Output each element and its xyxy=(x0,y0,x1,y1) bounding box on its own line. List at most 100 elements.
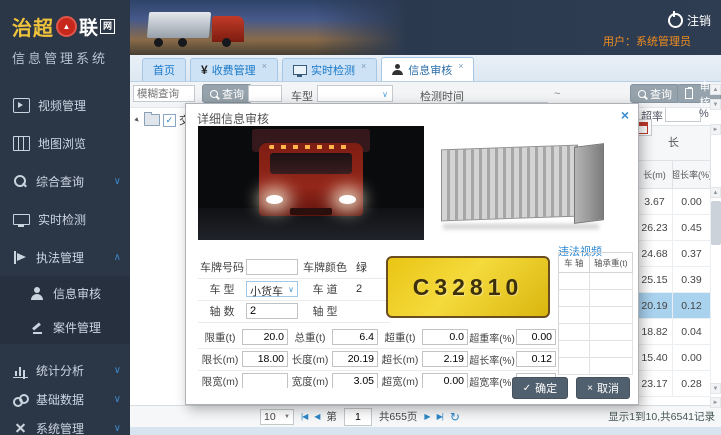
plate-filter-input[interactable] xyxy=(248,85,282,102)
pagination-bar: 10 ▼ |◀ ◀ 第 共655页 ▶ ▶| ↻ 显示1到10,共6541记录 xyxy=(130,405,721,427)
fuzzy-query-button[interactable]: 查询 xyxy=(202,84,252,103)
confirm-button[interactable]: ✓ 确定 xyxy=(512,377,568,399)
tree-expander-icon[interactable]: ▼ xyxy=(133,115,143,125)
sidebar-item-case-mgmt[interactable]: 案件管理 xyxy=(0,310,130,344)
hscroll-right-icon[interactable]: ► xyxy=(710,397,721,408)
chevron-up-icon: ∧ xyxy=(114,252,121,263)
width-input[interactable] xyxy=(332,373,378,388)
page-number-input[interactable] xyxy=(344,408,372,426)
map-icon xyxy=(13,136,30,151)
chevron-down-icon: ∨ xyxy=(114,423,121,434)
weight-limit-input[interactable] xyxy=(242,329,288,345)
total-weight-input[interactable] xyxy=(332,329,378,345)
form-row-weight: 限重(t) 总重(t) 超重(t) 超重率(%) xyxy=(198,326,558,349)
form-row-width: 限宽(m) 宽度(m) 超宽(m) 超宽率(%) xyxy=(198,370,558,388)
table-row-selected[interactable]: 20.190.12 xyxy=(637,293,711,319)
vehicle-type-value: 小货车 xyxy=(250,286,283,298)
tab-close-icon[interactable]: × xyxy=(361,61,366,71)
table-row[interactable]: 18.820.04 xyxy=(637,319,711,345)
cancel-button[interactable]: × 取消 xyxy=(576,377,630,399)
table-row[interactable]: 26.230.45 xyxy=(637,215,711,241)
axle-type-label: 轴 型 xyxy=(298,303,352,319)
length-limit-input[interactable] xyxy=(242,351,288,367)
law-flag-icon xyxy=(13,251,28,264)
logout-button[interactable]: 注销 xyxy=(668,12,711,29)
next-page-button[interactable]: ▶ xyxy=(424,412,429,421)
app-logo: 治超 ▲ 联 网 信息管理系统 xyxy=(0,0,130,78)
dialog-close-icon[interactable]: × xyxy=(621,107,629,123)
scroll-down-icon[interactable]: ▼ xyxy=(710,99,721,110)
tab-realtime[interactable]: 实时检测 × xyxy=(282,58,377,81)
search-query-button[interactable]: 查询 xyxy=(630,84,680,103)
plate-color-value: 绿 xyxy=(352,259,386,275)
overlength-input[interactable] xyxy=(422,351,468,367)
overweight-input[interactable] xyxy=(422,329,468,345)
overlength-rate-input[interactable] xyxy=(516,351,556,367)
tab-info-review[interactable]: 信息审核 × xyxy=(381,57,474,81)
fuzzy-search-input[interactable] xyxy=(133,85,195,102)
sidebar-menu: 视频管理 地图浏览 综合查询 ∨ 实时检测 执法管理 ∧ xyxy=(0,86,130,435)
table-row[interactable]: 24.680.37 xyxy=(637,241,711,267)
cell-length: 26.23 xyxy=(637,215,673,241)
vehicle-type-select[interactable]: ∨ xyxy=(317,85,393,102)
sidebar-item-info-review[interactable]: 信息审核 xyxy=(0,276,130,310)
sidebar-item-stats[interactable]: 统计分析 ∨ xyxy=(0,356,130,385)
plate-no-input[interactable] xyxy=(246,259,298,275)
table-row[interactable]: 25.150.39 xyxy=(637,267,711,293)
axle-row xyxy=(559,307,633,324)
length-input[interactable] xyxy=(332,351,378,367)
sidebar-item-base-data[interactable]: 基础数据 ∨ xyxy=(0,385,130,414)
lane-value: 2 xyxy=(352,283,386,295)
axle-load-col-header: 轴承重(t) xyxy=(590,253,633,273)
chevron-down-icon: ∨ xyxy=(114,394,121,405)
sidebar-item-system[interactable]: 系统管理 ∨ xyxy=(0,414,130,435)
tab-home[interactable]: 首页 xyxy=(142,58,186,81)
search-icon xyxy=(13,175,28,188)
table-row[interactable]: 3.670.00 xyxy=(637,189,711,215)
clipboard-icon xyxy=(685,88,693,99)
lane-label: 车 道 xyxy=(298,281,352,297)
overweight-rate-input[interactable] xyxy=(516,329,556,345)
search-icon xyxy=(638,90,646,98)
sidebar-item-map[interactable]: 地图浏览 xyxy=(0,124,130,162)
app-window: 注销 用户：系统管理员 治超 ▲ 联 网 信息管理系统 视频管理 地图浏览 xyxy=(0,0,721,435)
scroll-right-icon[interactable]: ► xyxy=(710,124,721,135)
top-header: 注销 用户：系统管理员 xyxy=(130,0,721,55)
weight-limit-label: 限重(t) xyxy=(198,330,242,345)
header-truck-photo xyxy=(130,0,405,55)
sidebar-item-realtime[interactable]: 实时检测 xyxy=(0,200,130,238)
video-icon xyxy=(13,98,30,113)
width-limit-input[interactable] xyxy=(242,373,288,388)
tab-fee-mgmt[interactable]: ¥ 收费管理 × xyxy=(190,58,278,81)
table-scroll-up-icon[interactable]: ▲ xyxy=(710,187,721,198)
vehicle-scan-image xyxy=(432,128,610,238)
cell-rate: 0.00 xyxy=(673,189,711,215)
last-page-button[interactable]: ▶| xyxy=(437,412,443,421)
sidebar-item-enforcement[interactable]: 执法管理 ∧ xyxy=(0,238,130,276)
prev-page-button[interactable]: ◀ xyxy=(314,412,319,421)
license-plate-image: C32810 xyxy=(386,256,550,318)
power-icon xyxy=(668,13,683,28)
scroll-up-icon[interactable]: ▲ xyxy=(710,84,721,95)
logo-text-wang: 网 xyxy=(100,19,115,34)
page-size-select[interactable]: 10 ▼ xyxy=(260,409,294,425)
tab-close-icon[interactable]: × xyxy=(262,61,267,71)
yen-icon: ¥ xyxy=(201,63,208,77)
tree-checkbox[interactable]: ✓ xyxy=(163,114,176,127)
scrollbar-thumb[interactable] xyxy=(711,201,721,245)
axle-count-input[interactable] xyxy=(246,303,298,319)
table-row[interactable]: 15.400.00 xyxy=(637,345,711,371)
overwidth-input[interactable] xyxy=(422,373,468,388)
sidebar-item-query[interactable]: 综合查询 ∨ xyxy=(0,162,130,200)
first-page-button[interactable]: |◀ xyxy=(301,412,307,421)
vehicle-night-photo xyxy=(198,126,424,240)
table-row[interactable]: 23.170.28 xyxy=(637,371,711,397)
sidebar-item-video[interactable]: 视频管理 xyxy=(0,86,130,124)
tab-close-icon[interactable]: × xyxy=(458,61,463,71)
vehicle-type-select[interactable]: 小货车 ∨ xyxy=(246,281,298,297)
table-scroll-down-icon[interactable]: ▼ xyxy=(710,383,721,394)
cell-rate: 0.45 xyxy=(673,215,711,241)
sidebar-item-label: 统计分析 xyxy=(36,362,84,379)
refresh-icon[interactable]: ↻ xyxy=(450,410,460,424)
logo-badge-icon: ▲ xyxy=(56,16,77,37)
